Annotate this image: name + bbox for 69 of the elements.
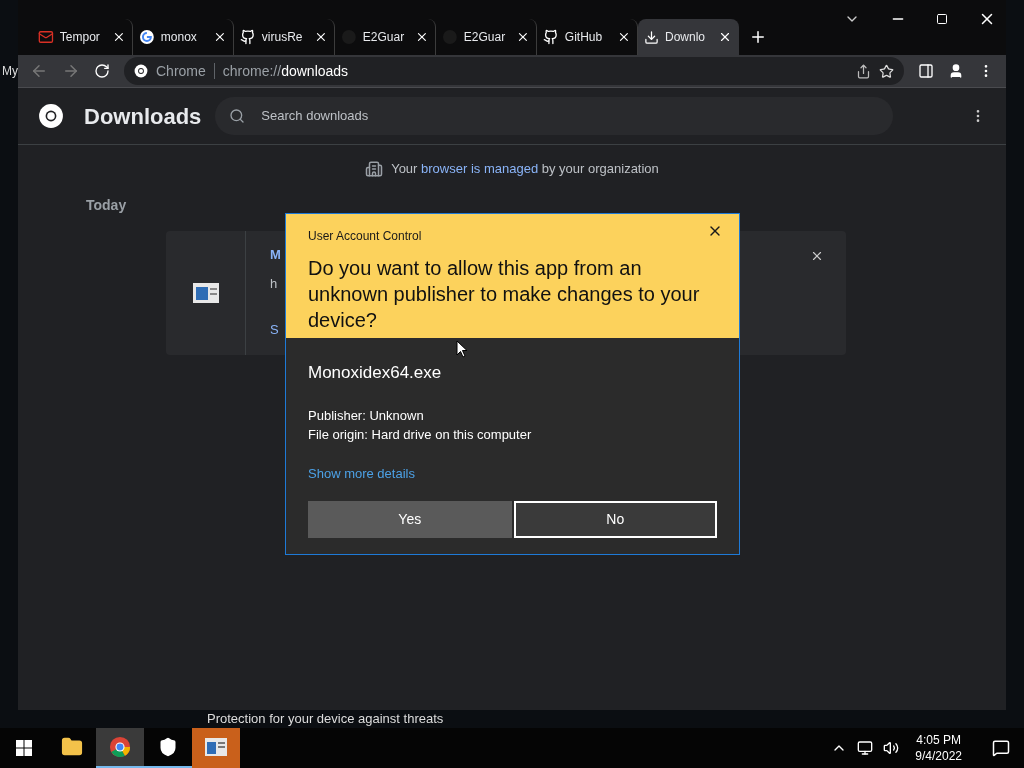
chrome-logo-icon <box>38 103 64 129</box>
browser-tab[interactable]: Downlo <box>638 19 739 55</box>
file-icon <box>191 281 220 304</box>
shield-icon <box>158 737 178 757</box>
dialog-button[interactable]: No <box>513 501 717 538</box>
tab-title: Downlo <box>665 29 707 46</box>
tab-title: E2Guar <box>362 29 406 46</box>
site-label: Chrome <box>156 61 206 81</box>
taskbar-app-button[interactable] <box>96 728 144 768</box>
network-icon[interactable] <box>857 740 874 756</box>
show-in-folder-link[interactable]: S <box>270 319 281 339</box>
close-icon[interactable] <box>112 30 126 44</box>
tab-title: monox <box>160 29 198 46</box>
tab-title: E2Guar <box>463 29 507 46</box>
details-link[interactable]: Show more details <box>308 463 717 483</box>
github-cat-icon <box>543 29 559 45</box>
dialog-button[interactable]: Yes <box>308 501 512 538</box>
mouse-pointer-icon <box>456 340 468 358</box>
folder-icon <box>61 736 83 758</box>
address-bar[interactable]: Chrome chrome://downloads <box>124 57 904 85</box>
building-icon <box>365 159 384 178</box>
chrome-logo-icon <box>134 64 148 78</box>
tab-title: Tempor <box>59 29 101 46</box>
profile-icon[interactable] <box>948 63 964 79</box>
close-icon[interactable] <box>516 30 530 44</box>
close-icon[interactable] <box>718 30 732 44</box>
close-icon[interactable] <box>617 30 631 44</box>
dialog-title: User Account Control <box>308 229 422 243</box>
side-panel-icon[interactable] <box>918 63 934 79</box>
windows-logo-icon <box>16 740 32 756</box>
close-icon[interactable] <box>415 30 429 44</box>
g-letter-icon <box>139 29 155 45</box>
close-icon[interactable] <box>314 30 328 44</box>
github-cat-icon <box>240 29 256 45</box>
url-text: chrome://downloads <box>222 61 349 81</box>
new-tab-icon[interactable] <box>749 28 767 46</box>
volume-icon[interactable] <box>883 740 900 756</box>
page-title: Downloads <box>84 102 202 131</box>
mail-icon <box>38 29 54 45</box>
clock-time: 4:05 PM <box>916 732 961 748</box>
tab-title: GitHub <box>564 29 604 46</box>
search-input[interactable]: Search downloads <box>261 106 662 126</box>
origin-text: File origin: Hard drive on this computer <box>308 425 533 444</box>
managed-link[interactable]: browser is managed <box>421 161 539 176</box>
program-name: Monoxidex64.exe <box>308 362 443 384</box>
publisher-text: Publisher: Unknown <box>308 406 425 425</box>
download-icon <box>644 29 659 45</box>
window-icon <box>204 737 228 757</box>
clock-date: 9/4/2022 <box>915 748 962 764</box>
managed-notice: Your browser is managed by your organization <box>391 160 659 178</box>
clock[interactable]: 4:05 PM 9/4/2022 <box>909 732 968 764</box>
section-heading: Today <box>86 196 127 213</box>
search-field[interactable]: Search downloads <box>215 97 894 135</box>
tab-title: virusRe <box>261 29 304 46</box>
chrome-logo-icon <box>109 736 131 758</box>
share-icon[interactable] <box>856 63 871 79</box>
file-name: M <box>270 245 281 264</box>
search-icon <box>229 108 246 124</box>
dialog-question: Do you want to allow this app from an unknown publisher to make changes to your device? <box>308 256 701 333</box>
back-icon[interactable] <box>30 62 48 80</box>
bookmark-star-icon[interactable] <box>879 63 894 79</box>
reload-icon[interactable] <box>94 63 110 79</box>
notifications-icon[interactable] <box>992 739 1010 757</box>
forward-icon[interactable] <box>62 62 80 80</box>
desktop-icon-label: My <box>1 64 18 78</box>
close-icon[interactable] <box>213 30 227 44</box>
notification-text: Protection for your device against threats <box>207 711 444 727</box>
maximize-icon[interactable] <box>936 13 948 25</box>
file-url: h <box>270 275 279 293</box>
